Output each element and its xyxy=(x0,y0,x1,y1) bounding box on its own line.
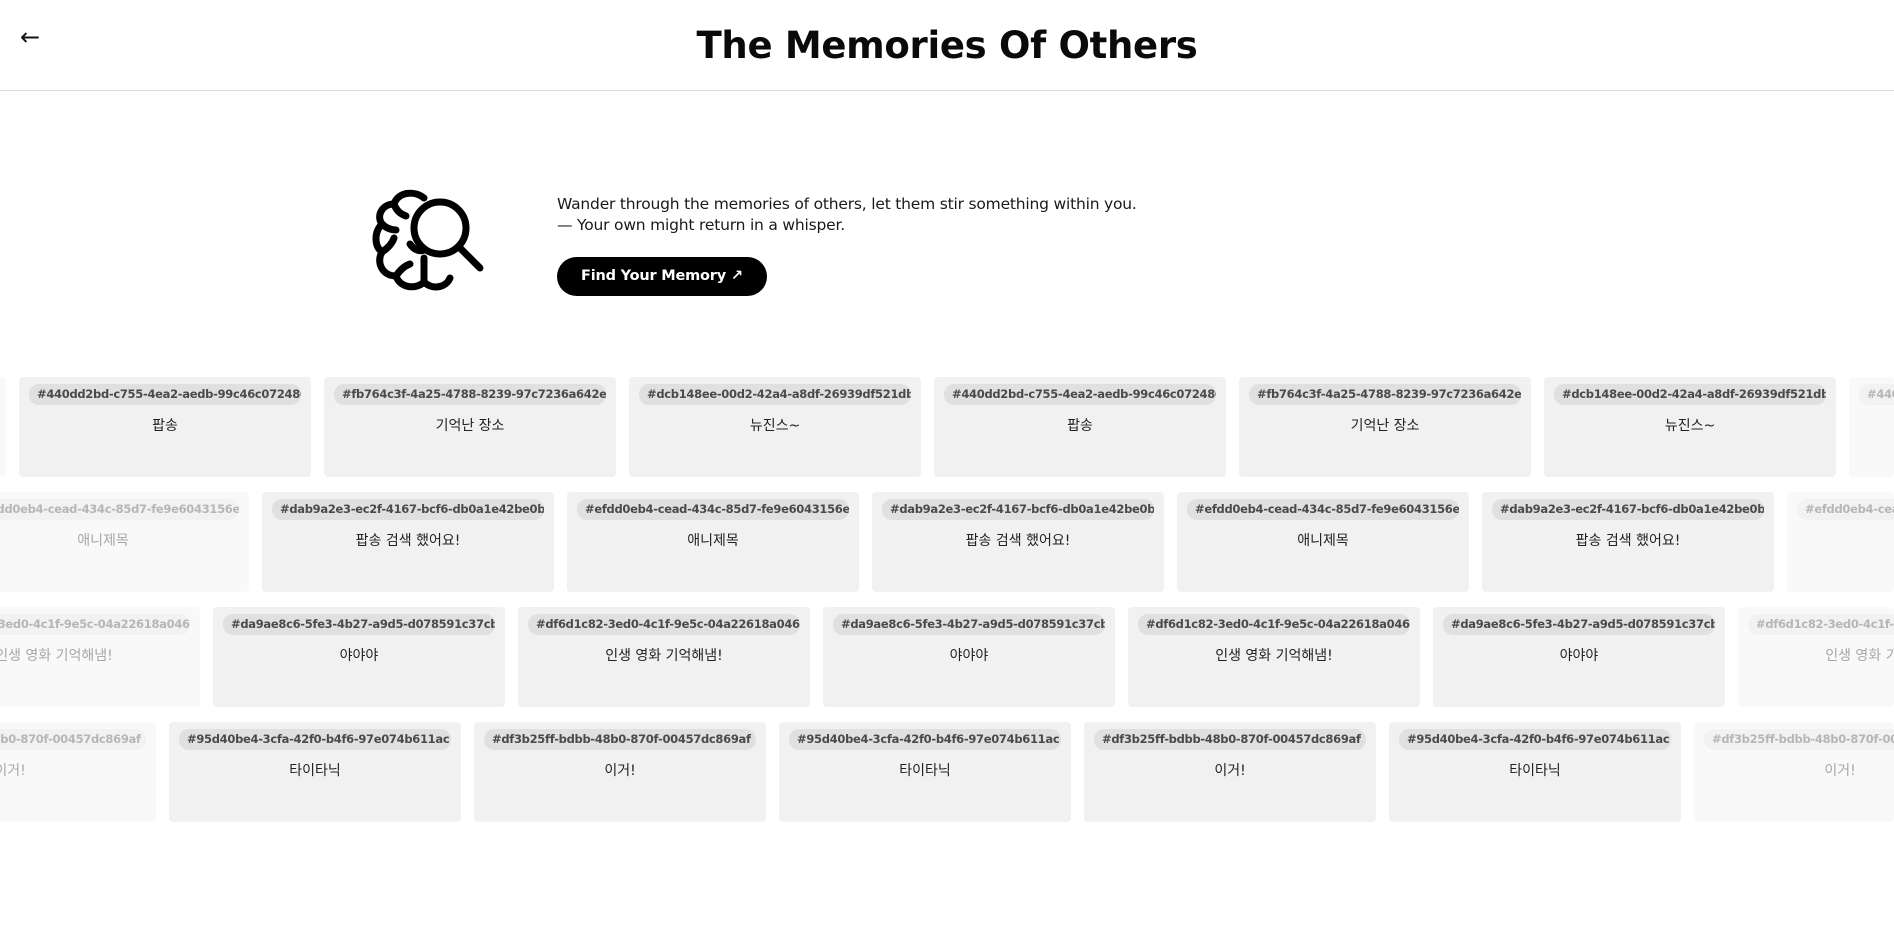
memory-title: 팝송 검색 했어요! xyxy=(1575,533,1681,549)
memory-title: 애니제목 xyxy=(1297,533,1349,549)
memory-title: 타이타닉 xyxy=(289,763,341,779)
memory-title: 뉴진스~ xyxy=(0,416,6,436)
memory-title: 이거! xyxy=(1824,763,1856,779)
memory-id-tag: #df3b25ff-bdbb-48b0-870f-00457dc869af xyxy=(1094,729,1366,750)
memory-card[interactable]: #efdd0eb4-cead-434c-85d7-fe9e6043156e 애니제… xyxy=(0,492,249,592)
memory-card[interactable]: #efdd0eb4-cead-434c-85d7-fe9e6043156e 애니제… xyxy=(567,492,859,592)
memory-title: 야야야 xyxy=(1559,648,1599,664)
memory-id-tag: #df3b25ff-bdbb-48b0-870f-00457dc869af xyxy=(1704,729,1894,750)
memory-id-tag: #fb764c3f-4a25-4788-8239-97c7236a642e xyxy=(1249,384,1521,405)
memory-title: 팝송 xyxy=(152,418,178,434)
memory-id-tag: #df6d1c82-3ed0-4c1f-9e5c-04a22618a046 xyxy=(528,614,800,635)
memory-id-tag: #dab9a2e3-ec2f-4167-bcf6-db0a1e42be0b xyxy=(272,499,544,520)
memory-title: 이거! xyxy=(1214,763,1246,779)
memory-id-tag: #440dd2bd-c755-4ea2-aedb-99c46c072480 xyxy=(1859,384,1894,405)
memory-id-tag: #df3b25ff-bdbb-48b0-870f-00457dc869af xyxy=(484,729,756,750)
memory-id-tag: #df6d1c82-3ed0-4c1f-9e5c-04a22618a046 xyxy=(1138,614,1410,635)
memory-id-tag: #dab9a2e3-ec2f-4167-bcf6-db0a1e42be0b xyxy=(882,499,1154,520)
memory-title: 기억난 장소 xyxy=(1350,418,1420,434)
memory-card[interactable]: #dcb148ee-00d2-42a4-a8df-26939df521db뉴진스… xyxy=(0,377,6,477)
memory-id-tag: #efdd0eb4-cead-434c-85d7-fe9e6043156e xyxy=(1187,499,1459,520)
memory-id-tag: #dcb148ee-00d2-42a4-a8df-26939df521db xyxy=(1554,384,1826,405)
memory-card[interactable]: #dab9a2e3-ec2f-4167-bcf6-db0a1e42be0b 팝송 … xyxy=(872,492,1164,592)
memory-title: 팝송 검색 했어요! xyxy=(355,533,461,549)
memory-title: 애니제목 xyxy=(77,533,129,549)
memory-id-tag: #df3b25ff-bdbb-48b0-870f-00457dc869af xyxy=(0,729,146,750)
memory-card[interactable]: #dab9a2e3-ec2f-4167-bcf6-db0a1e42be0b 팝송 … xyxy=(1482,492,1774,592)
memory-title: 인생 영화 기억해냄! xyxy=(1215,648,1333,664)
memory-card[interactable]: #95d40be4-3cfa-42f0-b4f6-97e074b611ac 타이타… xyxy=(779,722,1071,822)
memory-card[interactable]: #df6d1c82-3ed0-4c1f-9e5c-04a22618a046 인생 … xyxy=(1738,607,1894,707)
memory-id-tag: #efdd0eb4-cead-434c-85d7-fe9e6043156e xyxy=(577,499,849,520)
memory-card[interactable]: #df3b25ff-bdbb-48b0-870f-00457dc869af 이거! xyxy=(474,722,766,822)
memory-card[interactable]: #440dd2bd-c755-4ea2-aedb-99c46c072480 팝송 xyxy=(934,377,1226,477)
memory-id-tag: #efdd0eb4-cead-434c-85d7-fe9e6043156e xyxy=(1797,499,1894,520)
memory-id-tag: #da9ae8c6-5fe3-4b27-a9d5-d078591c37cb xyxy=(1443,614,1715,635)
memory-title: 야야야 xyxy=(949,648,989,664)
memory-id-tag: #95d40be4-3cfa-42f0-b4f6-97e074b611ac xyxy=(1399,729,1671,750)
memory-card[interactable]: #dcb148ee-00d2-42a4-a8df-26939df521db 뉴진스… xyxy=(629,377,921,477)
memory-title: 이거! xyxy=(0,763,26,779)
memory-card[interactable]: #efdd0eb4-cead-434c-85d7-fe9e6043156e 애니제… xyxy=(1787,492,1894,592)
memory-card[interactable]: #440dd2bd-c755-4ea2-aedb-99c46c072480 팝송 xyxy=(1849,377,1894,477)
memory-title: 야야야 xyxy=(339,648,379,664)
memory-title: 인생 영화 기억해냄! xyxy=(1825,648,1894,664)
memory-card[interactable]: #da9ae8c6-5fe3-4b27-a9d5-d078591c37cb 야야야 xyxy=(823,607,1115,707)
memory-title: 기억난 장소 xyxy=(435,418,505,434)
memory-title: 인생 영화 기억해냄! xyxy=(605,648,723,664)
memory-id-tag: #95d40be4-3cfa-42f0-b4f6-97e074b611ac xyxy=(789,729,1061,750)
memory-id-tag: #440dd2bd-c755-4ea2-aedb-99c46c072480 xyxy=(29,384,301,405)
memory-card[interactable]: #dcb148ee-00d2-42a4-a8df-26939df521db 뉴진스… xyxy=(1544,377,1836,477)
memory-card[interactable]: #da9ae8c6-5fe3-4b27-a9d5-d078591c37cb 야야야 xyxy=(1433,607,1725,707)
memory-title: 팝송 xyxy=(1067,418,1093,434)
memory-title: 타이타닉 xyxy=(899,763,951,779)
memory-id-tag: #dab9a2e3-ec2f-4167-bcf6-db0a1e42be0b xyxy=(1492,499,1764,520)
memory-id-tag: #df6d1c82-3ed0-4c1f-9e5c-04a22618a046 xyxy=(1748,614,1894,635)
memory-card[interactable]: #df6d1c82-3ed0-4c1f-9e5c-04a22618a046 인생 … xyxy=(0,607,200,707)
memory-card[interactable]: #da9ae8c6-5fe3-4b27-a9d5-d078591c37cb 야야야 xyxy=(213,607,505,707)
memory-id-tag: #da9ae8c6-5fe3-4b27-a9d5-d078591c37cb xyxy=(223,614,495,635)
memory-title: 애니제목 xyxy=(1787,531,1894,551)
memory-card[interactable]: #df6d1c82-3ed0-4c1f-9e5c-04a22618a046 인생 … xyxy=(1128,607,1420,707)
memory-title: 팝송 검색 했어요! xyxy=(965,533,1071,549)
memory-card[interactable]: #df6d1c82-3ed0-4c1f-9e5c-04a22618a046 인생 … xyxy=(518,607,810,707)
memory-card[interactable]: #fb764c3f-4a25-4788-8239-97c7236a642e 기억난… xyxy=(1239,377,1531,477)
memory-title: 애니제목 xyxy=(687,533,739,549)
memory-card[interactable]: #95d40be4-3cfa-42f0-b4f6-97e074b611ac 타이타… xyxy=(1389,722,1681,822)
memory-card[interactable]: #95d40be4-3cfa-42f0-b4f6-97e074b611ac 타이타… xyxy=(169,722,461,822)
memory-title: 인생 영화 기억해냄! xyxy=(0,648,113,664)
memory-card[interactable]: #df3b25ff-bdbb-48b0-870f-00457dc869af 이거! xyxy=(0,722,156,822)
memory-id-tag: #dcb148ee-00d2-42a4-a8df-26939df521db xyxy=(639,384,911,405)
memory-card[interactable]: #dab9a2e3-ec2f-4167-bcf6-db0a1e42be0b 팝송 … xyxy=(262,492,554,592)
memory-id-tag: #da9ae8c6-5fe3-4b27-a9d5-d078591c37cb xyxy=(833,614,1105,635)
memory-id-tag: #df6d1c82-3ed0-4c1f-9e5c-04a22618a046 xyxy=(0,614,190,635)
memory-card[interactable]: #df3b25ff-bdbb-48b0-870f-00457dc869af 이거! xyxy=(1084,722,1376,822)
memory-title: 이거! xyxy=(604,763,636,779)
memory-id-tag: #fb764c3f-4a25-4788-8239-97c7236a642e xyxy=(334,384,606,405)
memory-card[interactable]: #440dd2bd-c755-4ea2-aedb-99c46c072480 팝송 xyxy=(19,377,311,477)
memory-title: 뉴진스~ xyxy=(749,418,801,434)
memory-title: 뉴진스~ xyxy=(1664,418,1716,434)
memory-card[interactable]: #df3b25ff-bdbb-48b0-870f-00457dc869af 이거! xyxy=(1694,722,1894,822)
memory-title: 타이타닉 xyxy=(1509,763,1561,779)
memory-id-tag: #440dd2bd-c755-4ea2-aedb-99c46c072480 xyxy=(944,384,1216,405)
memory-card[interactable]: #efdd0eb4-cead-434c-85d7-fe9e6043156e 애니제… xyxy=(1177,492,1469,592)
memory-card[interactable]: #fb764c3f-4a25-4788-8239-97c7236a642e 기억난… xyxy=(324,377,616,477)
memory-id-tag: #efdd0eb4-cead-434c-85d7-fe9e6043156e xyxy=(0,499,239,520)
memory-card-rows: #dcb148ee-00d2-42a4-a8df-26939df521db 뉴진스… xyxy=(0,0,1894,926)
memory-id-tag: #95d40be4-3cfa-42f0-b4f6-97e074b611ac xyxy=(179,729,451,750)
memory-title: 팝송 xyxy=(1849,416,1894,436)
